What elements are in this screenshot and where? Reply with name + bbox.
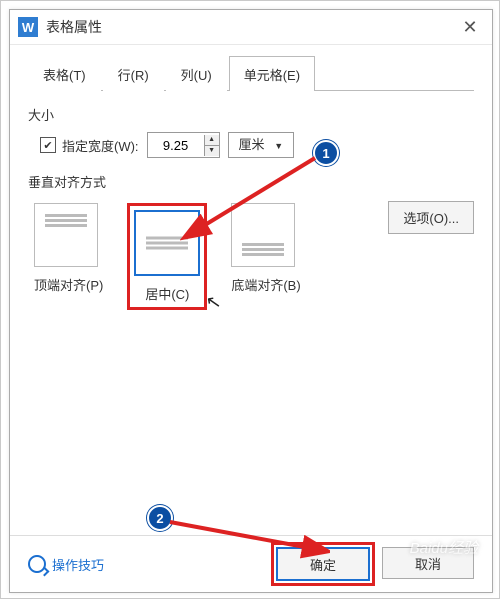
valign-top-label: 顶端对齐(P) — [34, 275, 103, 294]
close-icon: ✕ — [462, 17, 477, 38]
size-section-label: 大小 — [28, 105, 474, 124]
specify-width-label: 指定宽度(W): — [62, 136, 139, 155]
tab-cell[interactable]: 单元格(E) — [229, 56, 315, 91]
tips-label: 操作技巧 — [52, 555, 104, 574]
specify-width-checkbox[interactable]: ✔ — [40, 137, 56, 153]
tab-table[interactable]: 表格(T) — [28, 56, 101, 91]
chevron-down-icon: ▼ — [274, 141, 283, 151]
width-unit-select[interactable]: 厘米 ▼ — [228, 132, 295, 158]
dialog-footer: 操作技巧 确定 取消 — [10, 535, 492, 592]
width-unit-label: 厘米 — [239, 137, 265, 152]
tab-row[interactable]: 行(R) — [103, 56, 164, 91]
width-spinner[interactable]: ▲ ▼ — [147, 132, 220, 158]
annotation-badge-1: 1 — [313, 140, 339, 166]
tips-icon — [28, 555, 46, 573]
valign-section-label: 垂直对齐方式 — [28, 172, 474, 191]
ok-button[interactable]: 确定 — [276, 547, 370, 581]
valign-bottom[interactable]: 底端对齐(B) — [231, 203, 300, 310]
close-button[interactable]: ✕ — [448, 10, 492, 44]
width-row: ✔ 指定宽度(W): ▲ ▼ 厘米 ▼ — [40, 132, 474, 158]
width-step-down[interactable]: ▼ — [205, 146, 219, 156]
options-button[interactable]: 选项(O)... — [388, 201, 474, 234]
dialog-title: 表格属性 — [46, 17, 448, 37]
annotation-badge-2: 2 — [147, 505, 173, 531]
cancel-button[interactable]: 取消 — [382, 547, 474, 579]
width-input[interactable] — [148, 138, 204, 153]
tab-bar: 表格(T) 行(R) 列(U) 单元格(E) — [28, 55, 474, 91]
valign-top[interactable]: 顶端对齐(P) — [34, 203, 103, 310]
tab-column[interactable]: 列(U) — [166, 56, 227, 91]
valign-center[interactable]: 居中(C) — [127, 203, 207, 310]
table-properties-dialog: W 表格属性 ✕ 表格(T) 行(R) 列(U) 单元格(E) 大小 ✔ 指定宽… — [9, 9, 493, 593]
valign-bottom-label: 底端对齐(B) — [231, 275, 300, 294]
titlebar: W 表格属性 ✕ — [10, 10, 492, 45]
width-step-up[interactable]: ▲ — [205, 135, 219, 146]
tips-link[interactable]: 操作技巧 — [28, 555, 104, 574]
valign-center-label: 居中(C) — [134, 284, 200, 303]
app-icon: W — [18, 17, 38, 37]
dialog-content: 表格(T) 行(R) 列(U) 单元格(E) 大小 ✔ 指定宽度(W): ▲ ▼… — [10, 45, 492, 310]
